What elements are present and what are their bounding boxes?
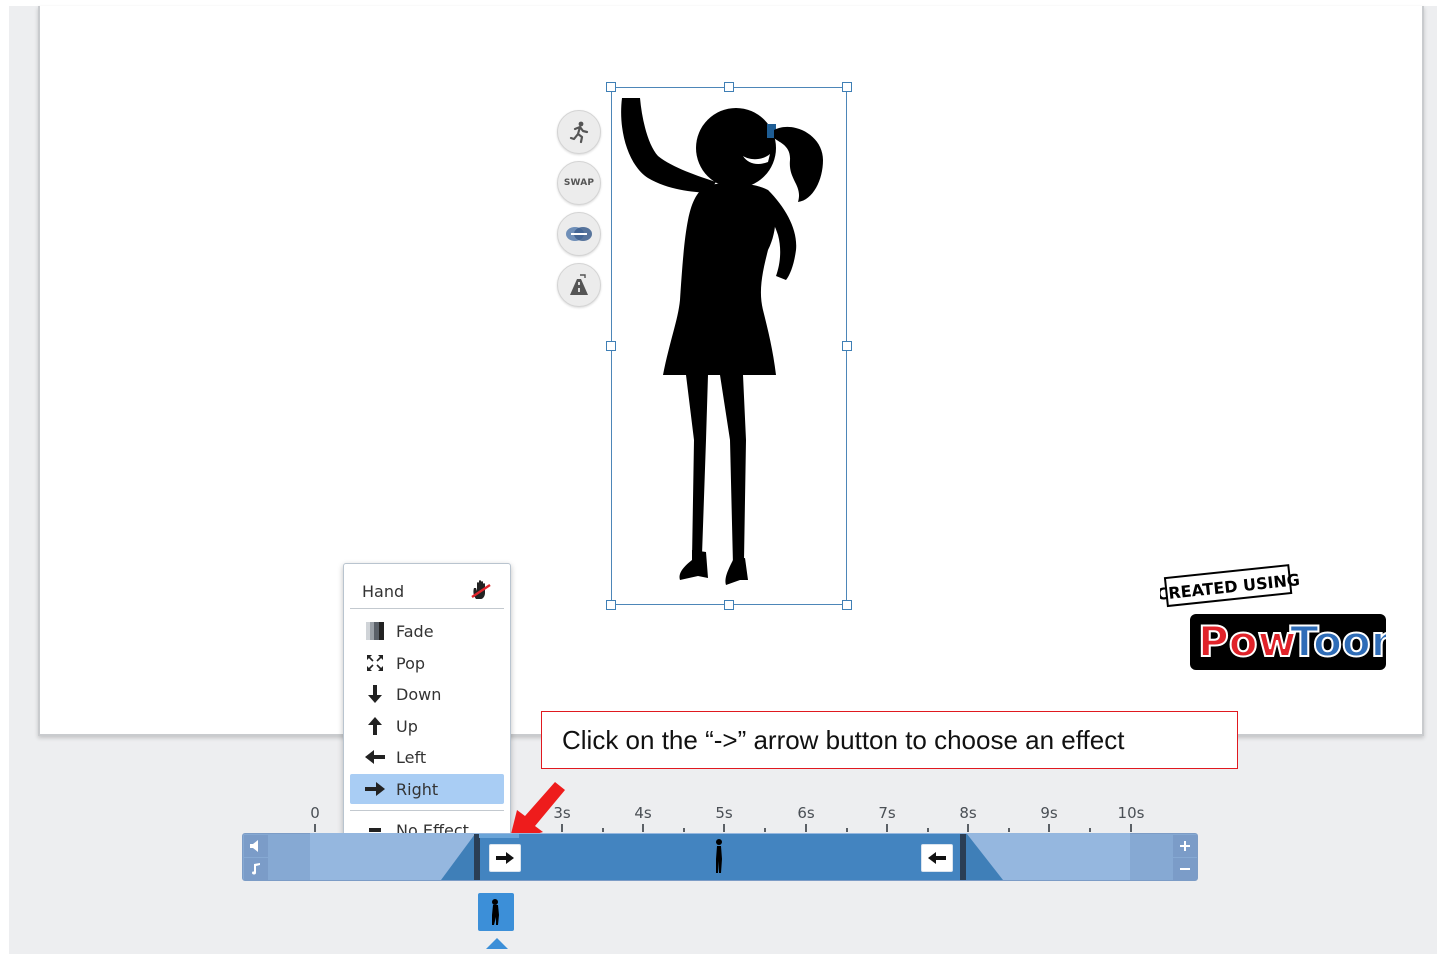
minor-tick bbox=[602, 828, 604, 832]
major-tick bbox=[1048, 824, 1050, 832]
swap-button[interactable]: SWAP bbox=[557, 161, 601, 205]
tick-label-6s: 6s bbox=[797, 804, 815, 822]
speaker-icon bbox=[250, 840, 258, 852]
svg-text:Toon: Toon bbox=[1290, 617, 1386, 666]
swap-label: SWAP bbox=[563, 178, 595, 188]
major-tick bbox=[967, 824, 969, 832]
major-tick bbox=[561, 824, 563, 832]
tick-label-7s: 7s bbox=[878, 804, 896, 822]
major-tick bbox=[886, 824, 888, 832]
minor-tick bbox=[927, 828, 929, 832]
resize-handle-top-right[interactable] bbox=[842, 82, 852, 92]
color-blend-icon bbox=[566, 227, 592, 241]
effect-item-left[interactable]: Left bbox=[350, 742, 504, 772]
road-path-icon bbox=[570, 274, 588, 295]
arrow-up-icon bbox=[364, 716, 386, 736]
tick-label-9s: 9s bbox=[1040, 804, 1058, 822]
object-marker[interactable] bbox=[478, 893, 514, 931]
plus-icon bbox=[1180, 841, 1190, 851]
object-duration-bar[interactable] bbox=[441, 833, 1003, 880]
created-using-powtoon-logo: CREATED USING Pow Toon bbox=[1156, 560, 1402, 672]
effect-label-down: Down bbox=[396, 685, 442, 704]
callout-text: Click on the “->” arrow button to choose… bbox=[562, 725, 1125, 755]
playhead-caret[interactable] bbox=[486, 938, 508, 949]
tick-label-0: 0 bbox=[310, 804, 320, 822]
arrow-right-icon bbox=[364, 779, 386, 799]
hand-disabled-icon[interactable] bbox=[470, 579, 492, 605]
character-action-button[interactable] bbox=[557, 110, 601, 154]
major-tick bbox=[805, 824, 807, 832]
resize-handle-bottom[interactable] bbox=[724, 600, 734, 610]
tick-label-4s: 4s bbox=[634, 804, 652, 822]
minor-tick bbox=[683, 828, 685, 832]
arrow-left-icon bbox=[364, 747, 386, 767]
effect-label-fade: Fade bbox=[396, 622, 434, 641]
effect-label-left: Left bbox=[396, 748, 427, 767]
arrow-down-icon bbox=[364, 684, 386, 704]
tick-label-3s: 3s bbox=[553, 804, 571, 822]
woman-thumbnail-icon bbox=[492, 899, 499, 925]
effect-item-fade[interactable]: Fade bbox=[350, 616, 504, 646]
minor-tick bbox=[764, 828, 766, 832]
pop-icon bbox=[364, 653, 386, 673]
effect-label-pop: Pop bbox=[396, 654, 426, 673]
fade-icon bbox=[364, 621, 386, 641]
tick-label-5s: 5s bbox=[715, 804, 733, 822]
resize-handle-left[interactable] bbox=[606, 341, 616, 351]
enter-effect-button[interactable] bbox=[489, 844, 521, 872]
timeline-ruler: 0 3s 4s 5s 6s 7s 8s 9s 10s bbox=[300, 800, 1180, 832]
resize-handle-right[interactable] bbox=[842, 341, 852, 351]
minor-tick bbox=[1089, 828, 1091, 832]
resize-handle-top-left[interactable] bbox=[606, 82, 616, 92]
major-tick bbox=[314, 824, 316, 832]
selection-box[interactable] bbox=[611, 87, 847, 605]
music-button[interactable] bbox=[244, 858, 268, 880]
effect-item-down[interactable]: Down bbox=[350, 679, 504, 709]
menu-header: Hand bbox=[350, 570, 504, 609]
major-tick bbox=[1130, 824, 1132, 832]
volume-button[interactable] bbox=[244, 835, 268, 857]
music-note-icon bbox=[252, 863, 260, 875]
effect-item-up[interactable]: Up bbox=[350, 711, 504, 741]
svg-text:Pow: Pow bbox=[1198, 617, 1296, 666]
instruction-callout: Click on the “->” arrow button to choose… bbox=[541, 711, 1238, 769]
effect-label-right: Right bbox=[396, 780, 439, 799]
enter-exit-path-button[interactable] bbox=[557, 263, 601, 307]
tick-label-8s: 8s bbox=[959, 804, 977, 822]
resize-handle-top[interactable] bbox=[724, 82, 734, 92]
hand-label: Hand bbox=[362, 582, 405, 601]
resize-handle-bottom-right[interactable] bbox=[842, 600, 852, 610]
effect-item-pop[interactable]: Pop bbox=[350, 648, 504, 678]
effect-label-up: Up bbox=[396, 717, 418, 736]
running-person-icon bbox=[569, 121, 589, 144]
color-effects-button[interactable] bbox=[557, 212, 601, 256]
arrow-left-icon bbox=[928, 852, 946, 864]
minor-tick bbox=[846, 828, 848, 832]
exit-effect-button[interactable] bbox=[921, 844, 953, 872]
minor-tick bbox=[1008, 828, 1010, 832]
tick-label-10s: 10s bbox=[1117, 804, 1145, 822]
resize-handle-bottom-left[interactable] bbox=[606, 600, 616, 610]
major-tick bbox=[642, 824, 644, 832]
zoom-in-button[interactable] bbox=[1173, 835, 1197, 857]
major-tick bbox=[723, 824, 725, 832]
minus-icon bbox=[1180, 868, 1190, 870]
zoom-out-button[interactable] bbox=[1173, 858, 1197, 880]
arrow-right-icon bbox=[496, 852, 514, 864]
